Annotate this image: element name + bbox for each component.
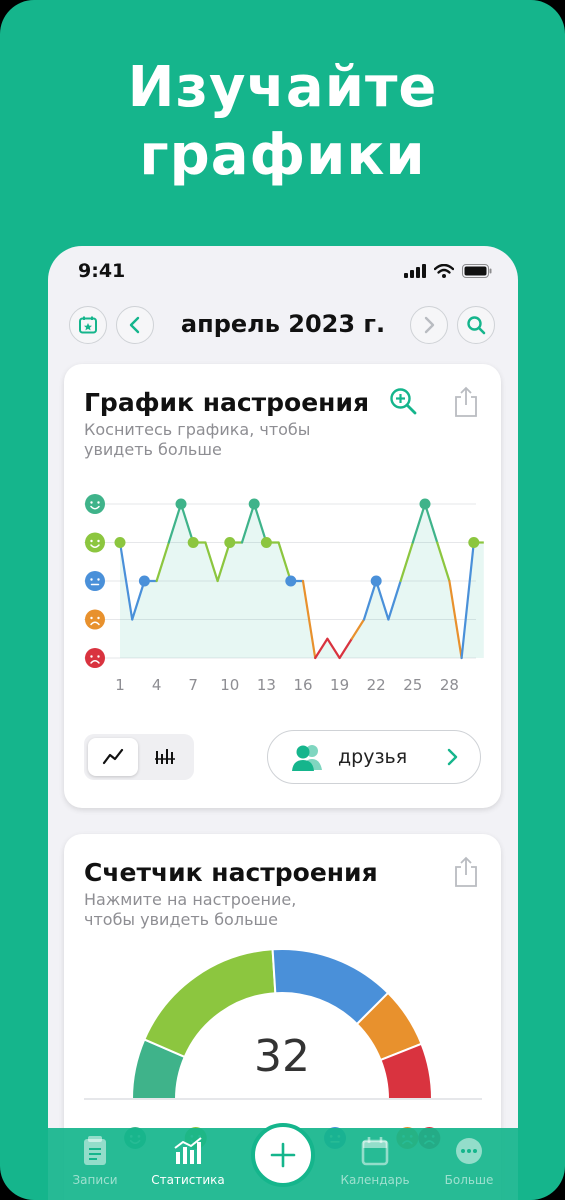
- chart-point[interactable]: [224, 537, 236, 548]
- line-chart-toggle[interactable]: [88, 738, 138, 776]
- mood-count-value: 32: [254, 1031, 310, 1082]
- more-icon: [456, 1138, 482, 1164]
- x-tick-label: 25: [403, 676, 422, 694]
- mood-line-chart[interactable]: 1 4 7 10 13 16 19 22 25 28: [64, 474, 501, 714]
- share-icon: [455, 386, 477, 417]
- share-counter-button[interactable]: [450, 854, 482, 890]
- stats-icon: [174, 1137, 202, 1164]
- mood-good-icon: [85, 532, 105, 553]
- tab-calendar-label: Календарь: [340, 1173, 410, 1187]
- friends-label: друзья: [338, 746, 408, 768]
- chart-point[interactable]: [138, 575, 150, 587]
- share-chart-button[interactable]: [450, 384, 482, 420]
- chart-point[interactable]: [114, 537, 126, 548]
- status-bar: 9:41: [48, 258, 518, 286]
- tab-stats[interactable]: Статистика: [148, 1136, 228, 1187]
- chart-point[interactable]: [187, 537, 199, 548]
- friends-icon: [292, 745, 322, 771]
- plus-icon: [270, 1142, 296, 1168]
- headline-line-1: Изучайте: [127, 55, 438, 120]
- line-chart-icon: [102, 748, 124, 765]
- mood-awful-icon: [85, 648, 105, 668]
- phone-screen: 9:41 апрель 2023 г. График настроения Ко…: [48, 246, 518, 1200]
- chevron-right-icon: [424, 316, 435, 334]
- chart-point[interactable]: [175, 498, 187, 510]
- x-tick-label: 19: [330, 676, 349, 694]
- share-icon: [455, 856, 477, 887]
- mood-bad-icon: [85, 609, 105, 630]
- tab-bar: Записи Статистика Календарь Больше: [48, 1123, 518, 1200]
- chart-point[interactable]: [248, 498, 260, 510]
- promo-screen: Изучайте графики 9:41 апрель 2023 г. Гра…: [0, 0, 565, 1200]
- wifi-icon: [434, 264, 454, 278]
- x-tick-label: 7: [188, 676, 198, 694]
- friends-button[interactable]: друзья: [267, 730, 481, 784]
- calendar-icon: [361, 1137, 389, 1166]
- status-time: 9:41: [78, 260, 126, 282]
- tab-calendar[interactable]: Календарь: [335, 1136, 415, 1187]
- mood-rad-icon: [85, 494, 105, 514]
- zoom-in-icon: [390, 388, 417, 415]
- mood-counter-subtitle: Нажмите на настроение, чтобы увидеть бол…: [84, 890, 297, 929]
- tab-stats-label: Статистика: [151, 1173, 225, 1187]
- chart-point[interactable]: [419, 498, 431, 510]
- x-tick-label: 22: [367, 676, 386, 694]
- navigation-bar: апрель 2023 г.: [48, 302, 518, 348]
- signal-icon: [404, 264, 426, 278]
- next-month-button[interactable]: [410, 306, 448, 344]
- notes-icon: [84, 1136, 106, 1165]
- search-icon: [467, 316, 486, 335]
- chart-type-control[interactable]: [84, 734, 194, 780]
- zoom-chart-button[interactable]: [386, 384, 420, 418]
- bar-chart-icon: [155, 749, 175, 764]
- mood-counter-title: Счетчик настроения: [84, 858, 378, 887]
- x-tick-label: 16: [293, 676, 312, 694]
- tab-more-label: Больше: [444, 1173, 494, 1187]
- headline-line-2: графики: [139, 123, 426, 188]
- tab-more[interactable]: Больше: [429, 1136, 509, 1187]
- search-button[interactable]: [457, 306, 495, 344]
- tab-notes-label: Записи: [72, 1173, 118, 1187]
- x-tick-label: 28: [440, 676, 459, 694]
- chart-point[interactable]: [468, 537, 480, 548]
- chart-point[interactable]: [370, 575, 382, 587]
- battery-icon: [462, 264, 492, 278]
- chevron-right-icon: [447, 748, 458, 766]
- tab-notes[interactable]: Записи: [55, 1136, 135, 1187]
- mood-meh-icon: [85, 571, 105, 591]
- x-tick-label: 1: [115, 676, 125, 694]
- mood-chart-card[interactable]: График настроения Коснитесь графика, что…: [64, 364, 501, 808]
- add-entry-button[interactable]: [251, 1123, 315, 1187]
- mood-chart-subtitle: Коснитесь графика, чтобы увидеть больше: [84, 420, 311, 459]
- chart-point[interactable]: [260, 537, 272, 548]
- bar-chart-toggle[interactable]: [140, 738, 190, 776]
- x-tick-label: 4: [152, 676, 162, 694]
- chart-point[interactable]: [285, 575, 297, 587]
- x-tick-label: 10: [220, 676, 239, 694]
- x-tick-label: 13: [257, 676, 276, 694]
- mood-chart-title: График настроения: [84, 388, 370, 417]
